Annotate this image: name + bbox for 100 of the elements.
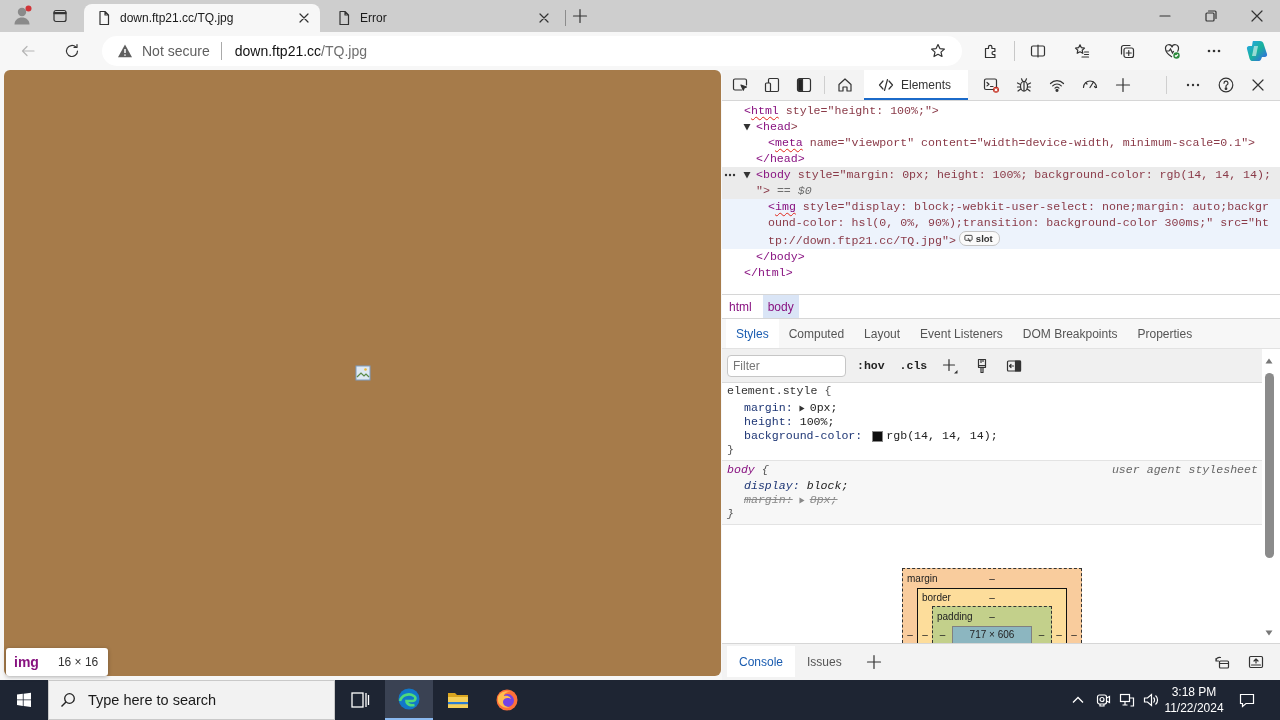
expand-triangle-icon[interactable] — [798, 404, 805, 412]
squares-plus-icon[interactable] — [1119, 43, 1135, 59]
split-screen-icon[interactable] — [1030, 43, 1046, 59]
filter-input[interactable]: Filter — [727, 354, 846, 377]
task-view-icon — [350, 690, 370, 710]
box-model-value[interactable]: – — [989, 592, 995, 603]
clock-date[interactable]: 11/22/2024 — [1164, 700, 1224, 716]
css-closing-brace: } — [727, 443, 734, 456]
box-model-value[interactable]: – — [933, 626, 952, 643]
warning-icon — [117, 43, 133, 59]
browser-swirl-icon — [397, 687, 421, 711]
reload-icon[interactable] — [64, 43, 80, 59]
gradient-logo-icon[interactable] — [1245, 39, 1269, 63]
dom-node-text[interactable]: </body> — [756, 249, 805, 265]
close-icon[interactable] — [1249, 8, 1265, 24]
site-info-button[interactable]: Not secure — [117, 43, 210, 59]
search-field[interactable]: Type here to search — [48, 680, 335, 720]
home-icon[interactable] — [837, 77, 853, 93]
css-closing-brace: } — [727, 507, 734, 520]
chat-bubble-icon[interactable] — [1239, 692, 1255, 708]
css-property[interactable]: background-color: — [744, 429, 863, 443]
help-icon[interactable] — [1218, 77, 1234, 93]
box-model-value[interactable]: – — [1032, 626, 1051, 643]
box-model-value[interactable]: – — [1052, 606, 1066, 643]
box-model-value[interactable]: – — [1067, 588, 1081, 643]
css-value[interactable]: 0px; — [809, 401, 838, 415]
plus-icon[interactable] — [1115, 77, 1131, 93]
close-icon[interactable] — [1250, 77, 1266, 93]
heartbeat-check-icon[interactable] — [1164, 43, 1180, 59]
scroll-down-icon[interactable] — [1265, 630, 1273, 636]
plus-icon[interactable] — [572, 8, 588, 24]
css-property[interactable]: display: — [744, 479, 800, 493]
scroll-up-icon[interactable] — [1265, 358, 1273, 364]
css-value[interactable]: rgb(14, 14, 14); — [886, 429, 998, 443]
url-text[interactable]: down.ftp21.cc/TQ.jpg — [234, 43, 367, 59]
browser-window-icon[interactable] — [52, 8, 68, 24]
left-panel-icon[interactable] — [796, 77, 812, 93]
star-icon[interactable] — [930, 43, 946, 59]
scrollbar-thumb[interactable] — [1264, 373, 1274, 558]
sidebar-tab[interactable]: DOM Breakpoints — [1012, 319, 1128, 348]
search-icon — [60, 692, 76, 708]
bug-icon[interactable] — [1016, 77, 1032, 93]
stylesheet-source-label: user agent stylesheet — [1111, 463, 1258, 477]
drawer-tab[interactable]: Console — [727, 646, 796, 677]
breadcrumb-item[interactable]: body — [762, 295, 799, 318]
star-list-icon[interactable] — [1074, 43, 1090, 59]
box-model-value[interactable]: – — [989, 573, 995, 584]
expand-triangle-icon[interactable] — [743, 171, 751, 179]
dom-node-text[interactable]: <meta name="viewport" content="width=device-width, minimum-scale=0.1"> — [768, 135, 1256, 151]
style-toggle-button[interactable]: :hov — [853, 359, 889, 372]
more-dots-icon[interactable] — [724, 173, 736, 177]
sidebar-tab[interactable]: Layout — [854, 319, 911, 348]
dom-node-text[interactable]: <html style="height: 100%;"> — [744, 103, 939, 119]
box-model-label: margin — [906, 573, 938, 584]
plus-icon[interactable] — [865, 653, 882, 670]
breadcrumb-item[interactable]: html — [724, 295, 757, 318]
taskbar-app-button[interactable] — [385, 680, 433, 720]
plus-icon[interactable] — [942, 357, 959, 374]
css-property[interactable]: margin: — [744, 401, 793, 415]
drawer-tab[interactable]: Issues — [795, 646, 854, 677]
browser-tab[interactable]: down.ftp21.cc/TQ.jpg — [84, 4, 320, 32]
wifi-icon[interactable] — [1049, 77, 1065, 93]
camera-icon[interactable] — [1095, 692, 1111, 708]
css-property[interactable]: height: — [744, 415, 793, 429]
sidebar-tab[interactable]: Styles — [726, 319, 779, 348]
css-value[interactable]: block; — [806, 479, 849, 493]
dom-node-text[interactable]: <head> — [756, 119, 798, 135]
start-menu-icon[interactable] — [16, 692, 32, 708]
profile-avatar-icon[interactable] — [12, 5, 32, 25]
box-model-label: border — [921, 592, 951, 603]
sidebar-tab[interactable]: Properties — [1127, 319, 1203, 348]
address-bar[interactable]: Not secure down.ftp21.cc/TQ.jpg — [102, 36, 962, 66]
sidebar-toggle-icon[interactable] — [1006, 357, 1023, 374]
css-value[interactable]: 100%; — [799, 415, 835, 429]
dom-node-text[interactable]: </html> — [744, 265, 793, 281]
devices-icon[interactable] — [764, 77, 780, 93]
box-model-content[interactable]: 717 × 606 — [952, 626, 1032, 643]
restore-icon[interactable] — [1203, 8, 1219, 24]
page-icon — [96, 10, 112, 26]
box-model-value[interactable]: – — [918, 606, 932, 643]
sidebar-tab[interactable]: Computed — [778, 319, 855, 348]
style-toggle-button[interactable]: .cls — [895, 359, 932, 372]
box-model-value[interactable]: – — [903, 588, 917, 643]
speaker-icon[interactable] — [1143, 692, 1159, 708]
terminal-error-icon[interactable] — [983, 77, 999, 93]
slot-button[interactable]: slot — [958, 231, 1000, 246]
css-selector[interactable]: body { — [727, 463, 769, 477]
inspect-cursor-icon[interactable] — [732, 77, 748, 93]
elements-tab[interactable]: Elements — [864, 70, 968, 100]
tooltip-size: 16 × 16 — [57, 655, 99, 669]
browser-tab[interactable]: Error — [324, 4, 560, 32]
expand-triangle-icon[interactable] — [743, 123, 751, 131]
clock-time[interactable]: 3:18 PM — [1171, 684, 1217, 700]
sidebar-tab[interactable]: Event Listeners — [910, 319, 1013, 348]
dom-node-text[interactable]: </head> — [756, 151, 805, 167]
css-selector[interactable]: element.style { — [727, 384, 832, 398]
network-icon[interactable] — [1119, 692, 1135, 708]
box-model-value[interactable]: – — [989, 611, 995, 622]
color-swatch-icon[interactable] — [872, 430, 884, 442]
puzzle-piece-icon[interactable] — [983, 43, 999, 59]
